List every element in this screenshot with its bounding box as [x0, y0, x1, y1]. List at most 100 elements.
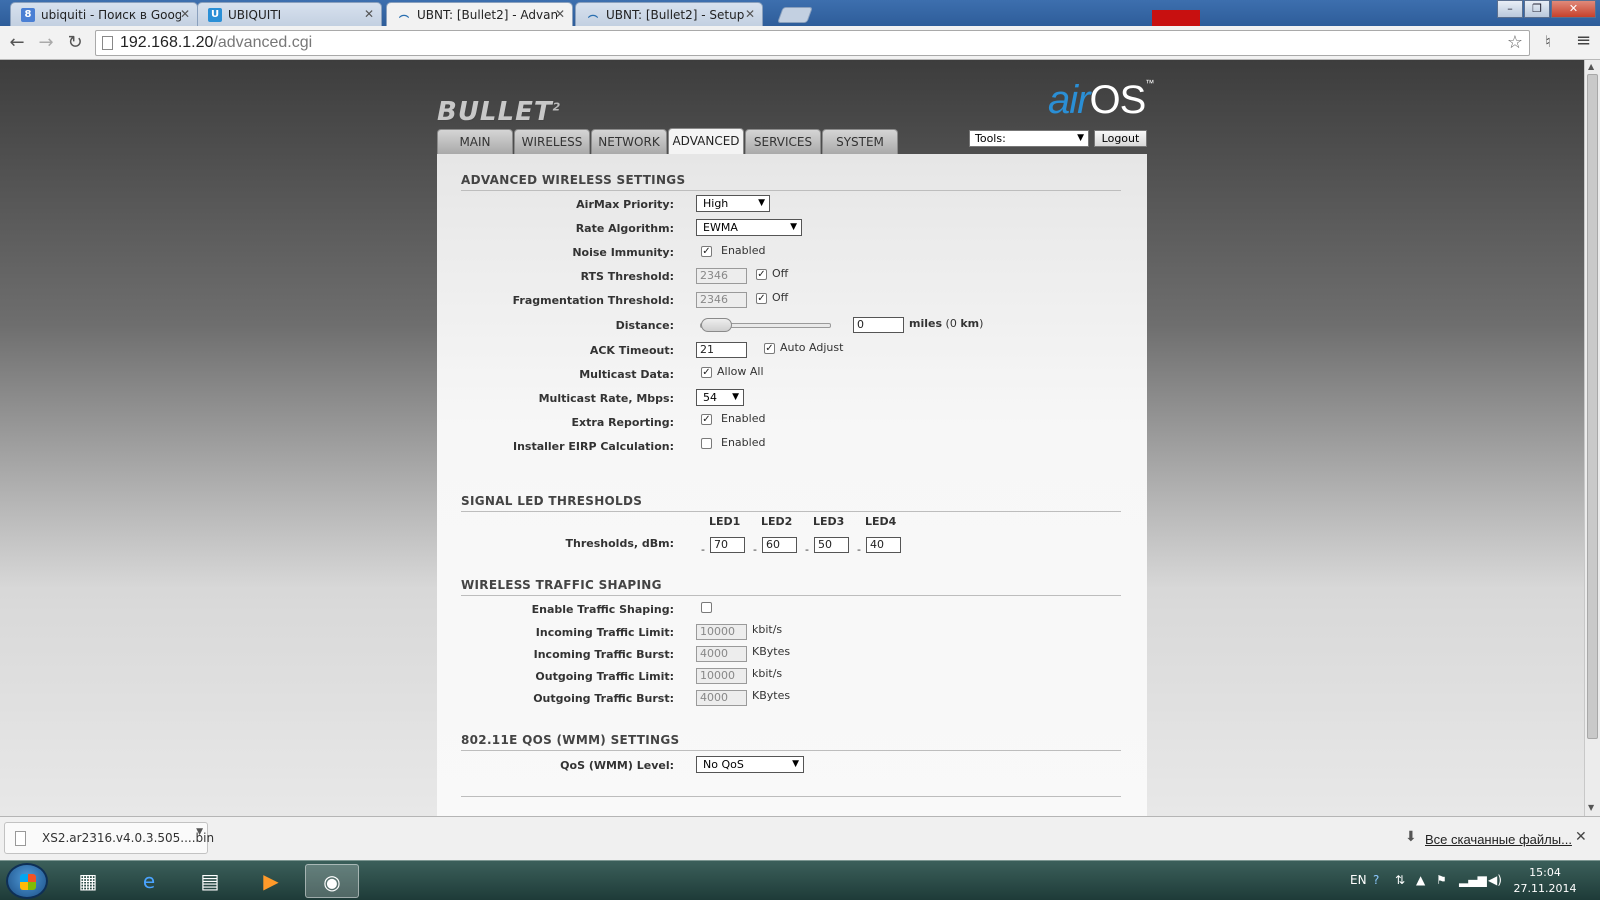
fragmentation-off-checkbox[interactable]: ✓: [756, 293, 767, 304]
scroll-up-icon[interactable]: ▲: [1588, 62, 1594, 71]
close-tab-icon[interactable]: ✕: [180, 7, 190, 21]
windows-logo-icon: [20, 874, 36, 890]
qos-level-select[interactable]: No QoS ▼: [696, 756, 804, 773]
led4-input[interactable]: 40: [866, 537, 901, 553]
tab-main[interactable]: MAIN: [437, 129, 513, 154]
outgoing-limit-input[interactable]: 10000: [696, 668, 747, 684]
all-downloads-link[interactable]: Все скачанные файлы...: [1425, 832, 1572, 847]
multicast-data-checkbox[interactable]: ✓: [701, 367, 712, 378]
browser-tab-strip: 8 ubiquiti - Поиск в Google ✕ U UBIQUITI…: [0, 0, 1600, 27]
network-signal-icon[interactable]: ▂▄▆: [1459, 873, 1487, 887]
dropdown-caret-icon: ▼: [790, 222, 797, 232]
back-arrow-icon[interactable]: ←: [6, 32, 28, 54]
led1-input[interactable]: 70: [710, 537, 745, 553]
browser-tab-ubiquiti[interactable]: U UBIQUITI ✕: [197, 2, 382, 26]
tab-title: UBNT: [Bullet2] - Advance: [417, 8, 557, 22]
page-viewport: BULLET2 airOS™ MAIN WIRELESS NETWORK ADV…: [0, 60, 1584, 816]
ubiquiti-icon: U: [208, 8, 222, 22]
minimize-button[interactable]: –: [1497, 0, 1523, 18]
tab-title: UBIQUITI: [228, 8, 282, 22]
chevron-down-icon[interactable]: ▼: [196, 827, 203, 837]
file-explorer-icon[interactable]: ▤: [183, 864, 237, 898]
system-clock[interactable]: 15:04 27.11.2014: [1510, 865, 1580, 897]
vertical-scrollbar[interactable]: ▲ ▼: [1584, 60, 1600, 816]
section-title-qos: 802.11E QOS (WMM) SETTINGS: [461, 733, 680, 747]
incoming-limit-unit: kbit/s: [752, 623, 783, 636]
section-divider: [461, 511, 1121, 512]
browser-tab-google[interactable]: 8 ubiquiti - Поиск в Google ✕: [10, 2, 198, 26]
incoming-limit-label: Incoming Traffic Limit:: [535, 626, 674, 639]
led2-input[interactable]: 60: [762, 537, 797, 553]
chrome-icon[interactable]: ◉: [305, 864, 359, 898]
browser-tab-setup[interactable]: ︵ UBNT: [Bullet2] - Setup Li ✕: [575, 2, 763, 26]
show-hidden-icons[interactable]: ▲: [1416, 873, 1425, 887]
forward-arrow-icon[interactable]: →: [35, 32, 57, 54]
close-tab-icon[interactable]: ✕: [745, 7, 755, 21]
scrollbar-thumb[interactable]: [1587, 74, 1598, 739]
bookmark-star-icon[interactable]: ☆: [1507, 32, 1523, 53]
ack-timeout-input[interactable]: 21: [696, 342, 747, 358]
tab-advanced[interactable]: ADVANCED: [668, 128, 744, 154]
download-item[interactable]: XS2.ar2316.v4.0.3.505....bin ▼: [4, 822, 214, 854]
airmax-priority-select[interactable]: High ▼: [696, 195, 770, 212]
airos-icon: ︵: [588, 9, 598, 20]
distance-slider[interactable]: [700, 318, 831, 332]
enable-traffic-shaping-label: Enable Traffic Shaping:: [531, 603, 674, 616]
multicast-rate-select[interactable]: 54 ▼: [696, 389, 744, 406]
enable-traffic-shaping-checkbox[interactable]: [701, 602, 712, 613]
tab-wireless[interactable]: WIRELESS: [514, 129, 590, 154]
action-center-flag-icon[interactable]: ⚑: [1436, 873, 1447, 887]
led4-header: LED4: [865, 515, 897, 528]
media-player-icon[interactable]: ▶: [244, 864, 298, 898]
distance-input[interactable]: 0: [853, 317, 904, 333]
start-button[interactable]: [6, 863, 48, 899]
outgoing-limit-label: Outgoing Traffic Limit:: [535, 670, 674, 683]
volume-icon[interactable]: ◀): [1488, 873, 1502, 887]
extra-reporting-text: Enabled: [721, 412, 766, 425]
section-divider: [461, 796, 1121, 797]
help-icon[interactable]: ?: [1373, 873, 1379, 887]
logout-button[interactable]: Logout: [1094, 130, 1147, 147]
incoming-burst-unit: KBytes: [752, 645, 791, 658]
slider-handle[interactable]: [701, 318, 732, 332]
installer-eirp-checkbox[interactable]: [701, 438, 712, 449]
menu-icon[interactable]: ≡: [1576, 30, 1591, 51]
scroll-down-icon[interactable]: ▼: [1588, 803, 1594, 812]
tab-network[interactable]: NETWORK: [591, 129, 667, 154]
google-icon: 8: [21, 8, 35, 22]
extra-reporting-checkbox[interactable]: ✓: [701, 414, 712, 425]
led3-input[interactable]: 50: [814, 537, 849, 553]
ack-auto-adjust-checkbox[interactable]: ✓: [764, 343, 775, 354]
tab-title: UBNT: [Bullet2] - Setup Li: [606, 8, 746, 22]
rts-off-checkbox[interactable]: ✓: [756, 269, 767, 280]
tray-switch-icon[interactable]: ⇅: [1395, 873, 1405, 887]
led1-header: LED1: [709, 515, 741, 528]
outgoing-burst-input[interactable]: 4000: [696, 690, 747, 706]
led-sign: -: [753, 543, 757, 556]
incoming-limit-input[interactable]: 10000: [696, 624, 747, 640]
file-icon: [15, 831, 26, 846]
rate-algorithm-select[interactable]: EWMA ▼: [696, 219, 802, 236]
rts-threshold-input[interactable]: 2346: [696, 268, 747, 284]
tab-system[interactable]: SYSTEM: [822, 129, 898, 154]
restore-button[interactable]: ❐: [1524, 0, 1550, 18]
close-shelf-icon[interactable]: ✕: [1575, 829, 1587, 845]
fragmentation-threshold-input[interactable]: 2346: [696, 292, 747, 308]
tab-services[interactable]: SERVICES: [745, 129, 821, 154]
new-tab-button[interactable]: [777, 7, 813, 23]
close-window-button[interactable]: ✕: [1551, 0, 1596, 18]
calculator-icon[interactable]: ▦: [61, 864, 115, 898]
noise-immunity-checkbox[interactable]: ✓: [701, 246, 712, 257]
close-tab-icon[interactable]: ✕: [555, 7, 565, 21]
extension-icon[interactable]: ♮: [1545, 32, 1551, 51]
tools-dropdown[interactable]: Tools: ▼: [969, 130, 1089, 147]
language-indicator[interactable]: EN: [1350, 873, 1367, 887]
incoming-burst-input[interactable]: 4000: [696, 646, 747, 662]
reload-icon[interactable]: ↻: [64, 32, 86, 54]
browser-tab-advanced[interactable]: ︵ UBNT: [Bullet2] - Advance ✕: [386, 2, 573, 27]
led-sign: -: [701, 543, 705, 556]
internet-explorer-icon[interactable]: e: [122, 864, 176, 898]
address-bar[interactable]: 192.168.1.20/advanced.cgi ☆: [95, 30, 1530, 56]
distance-unit: miles (0 km): [909, 317, 984, 330]
close-tab-icon[interactable]: ✕: [364, 7, 374, 21]
